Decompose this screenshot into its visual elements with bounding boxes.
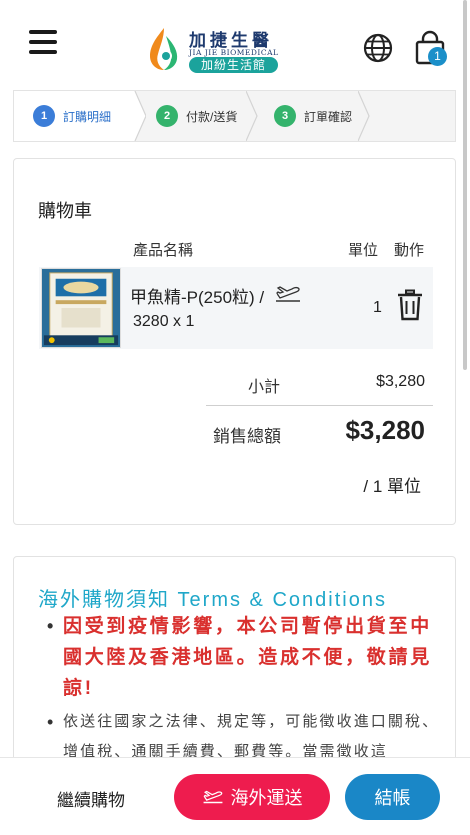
step-label: 訂單確認 — [304, 109, 353, 124]
column-header-action: 動作 — [394, 242, 425, 259]
brand-pill: 加紛生活館 — [189, 57, 278, 73]
continue-shopping-button[interactable]: 繼續購物 — [57, 786, 125, 811]
total-value: $3,280 — [345, 415, 425, 445]
product-name[interactable]: 甲魚精-P(250粒) / — [130, 283, 264, 308]
step-label: 付款/送貨 — [186, 109, 238, 124]
checkout-page: 加捷生醫 JIA JIE BIOMEDICAL 加紛生活館 1 1 訂購明細 2 — [0, 0, 470, 835]
divider — [206, 405, 433, 406]
terms-title: 海外購物須知 Terms & Conditions — [38, 589, 387, 611]
product-units: 1 — [373, 299, 382, 316]
step-label: 訂購明細 — [63, 109, 112, 124]
bottom-action-bar: 繼續購物 海外運送 結帳 — [0, 757, 470, 835]
step-divider-icon — [124, 91, 146, 141]
checkout-button[interactable]: 結帳 — [345, 774, 440, 820]
product-price-qty: 3280 x 1 — [133, 313, 195, 330]
overseas-shipping-label: 海外運送 — [230, 788, 303, 808]
brand-subtitle: JIA JIE BIOMEDICAL — [189, 48, 279, 57]
trash-icon[interactable] — [397, 289, 423, 321]
step-payment-shipping[interactable]: 2 付款/送貨 — [156, 91, 237, 141]
subtotal-label: 小計 — [248, 379, 281, 396]
step-number: 3 — [274, 105, 296, 127]
overseas-shipping-button[interactable]: 海外運送 — [174, 774, 330, 820]
cart-count-badge: 1 — [428, 47, 447, 66]
airplane-icon — [276, 286, 300, 302]
logo-mark-icon — [150, 28, 178, 70]
checkout-steps: 1 訂購明細 2 付款/送貨 3 訂單確認 — [13, 90, 456, 142]
step-order-confirm[interactable]: 3 訂單確認 — [274, 91, 352, 141]
step-divider-icon — [358, 91, 370, 141]
cart-card: 購物車 產品名稱 單位 動作 甲魚精-P(250粒) / 3280 x 1 1 … — [13, 158, 456, 525]
total-label: 銷售總額 — [213, 427, 281, 446]
subtotal-value: $3,280 — [376, 373, 425, 390]
terms-list: 因受到疫情影響，本公司暫停出貨至中國大陸及香港地區。造成不便，敬請見諒! 依送往… — [42, 611, 442, 767]
step-number: 2 — [156, 105, 178, 127]
step-number: 1 — [33, 105, 55, 127]
airplane-icon — [203, 790, 222, 804]
name-separator: / — [259, 288, 265, 307]
product-image[interactable] — [41, 268, 121, 348]
cart-item-row: 甲魚精-P(250粒) / 3280 x 1 1 — [39, 267, 433, 349]
step-divider-icon — [246, 91, 258, 141]
column-header-product: 產品名稱 — [133, 242, 194, 259]
scrollbar[interactable] — [463, 0, 467, 370]
step-order-details[interactable]: 1 訂購明細 — [14, 91, 135, 141]
header: 加捷生醫 JIA JIE BIOMEDICAL 加紛生活館 1 — [0, 0, 470, 90]
total-units: / 1 單位 — [363, 477, 421, 496]
logo[interactable]: 加捷生醫 JIA JIE BIOMEDICAL 加紛生活館 — [144, 26, 284, 74]
globe-icon[interactable] — [363, 33, 393, 63]
column-header-unit: 單位 — [348, 242, 379, 259]
terms-warning-item: 因受到疫情影響，本公司暫停出貨至中國大陸及香港地區。造成不便，敬請見諒! — [42, 611, 442, 704]
menu-icon[interactable] — [29, 30, 57, 56]
cart-title: 購物車 — [38, 201, 92, 221]
